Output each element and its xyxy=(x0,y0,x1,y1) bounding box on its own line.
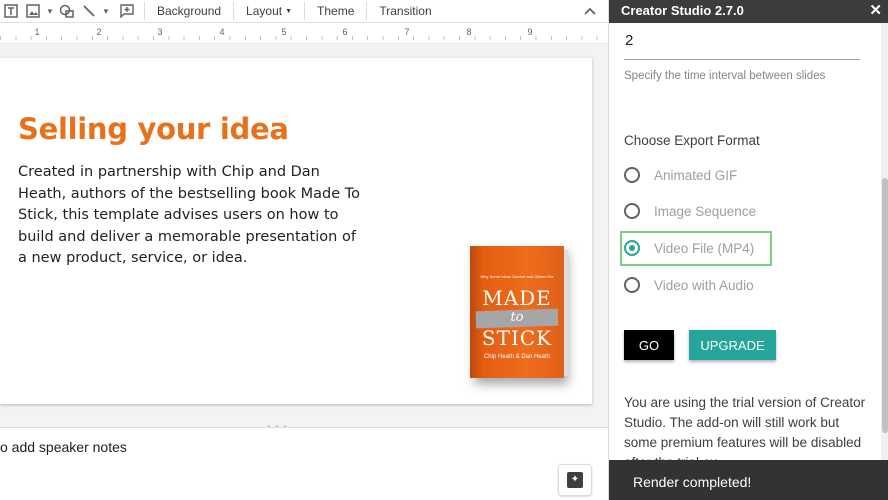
go-button[interactable]: GO xyxy=(624,330,674,360)
slides-toolbar: ▼ ▼ Background Layout ▼ Theme Transition xyxy=(0,0,608,23)
format-option-image-sequence[interactable]: Image Sequence xyxy=(624,203,756,219)
theme-label: Theme xyxy=(317,4,355,18)
book-title-to: to xyxy=(510,310,524,325)
panel-title: Creator Studio 2.7.0 xyxy=(621,3,744,18)
book-tagline: Why Some Ideas Survive and Others Die xyxy=(480,274,554,279)
speaker-notes-placeholder: o add speaker notes xyxy=(0,439,127,455)
background-label: Background xyxy=(157,4,222,18)
explore-button[interactable]: ✦ xyxy=(558,464,592,496)
line-icon[interactable] xyxy=(78,1,100,21)
toolbar-divider xyxy=(366,2,368,20)
layout-button[interactable]: Layout ▼ xyxy=(240,1,298,21)
panel-header: Creator Studio 2.7.0 ✕ xyxy=(609,0,888,23)
creator-studio-panel: Creator Studio 2.7.0 ✕ 2 Specify the tim… xyxy=(608,0,888,500)
explore-icon: ✦ xyxy=(567,472,583,488)
theme-button[interactable]: Theme xyxy=(311,1,360,21)
toolbar-divider xyxy=(144,2,145,20)
text-box-icon[interactable] xyxy=(0,1,22,21)
scrollbar-thumb[interactable] xyxy=(882,178,888,433)
speaker-notes-area[interactable]: o add speaker notes ✦ xyxy=(0,428,608,500)
ruler-number: 6 xyxy=(342,27,348,37)
book-title-made: MADE xyxy=(482,286,552,310)
format-label: Animated GIF xyxy=(654,167,738,183)
format-option-animated-gif[interactable]: Animated GIF xyxy=(624,167,737,183)
collapse-toolbar-icon[interactable] xyxy=(580,1,600,21)
chevron-down-icon[interactable]: ▼ xyxy=(44,1,56,21)
ruler-ticks xyxy=(0,36,608,40)
radio-button[interactable] xyxy=(624,203,640,219)
slide-body-text[interactable]: Created in partnership with Chip and Dan… xyxy=(18,162,363,270)
export-format-label: Choose Export Format xyxy=(624,133,760,148)
format-option-video-audio[interactable]: Video with Audio xyxy=(624,277,754,293)
toolbar-divider xyxy=(304,2,306,20)
background-button[interactable]: Background xyxy=(151,1,227,21)
book-title-stick: STICK xyxy=(481,326,553,350)
format-label: Video with Audio xyxy=(654,277,754,293)
interval-input[interactable]: 2 xyxy=(624,27,860,60)
layout-label: Layout xyxy=(246,4,283,18)
shape-icon[interactable] xyxy=(56,1,78,21)
horizontal-ruler: 1 2 3 4 5 6 7 8 9 xyxy=(0,23,608,44)
caret-down-icon: ▼ xyxy=(285,7,293,15)
comment-icon[interactable] xyxy=(116,1,138,21)
format-label: Video File (MP4) xyxy=(654,240,755,256)
slide-canvas[interactable]: Selling your idea Created in partnership… xyxy=(0,58,592,404)
toolbar-divider xyxy=(233,2,235,20)
chevron-down-icon[interactable]: ▼ xyxy=(100,1,112,21)
ruler-number: 5 xyxy=(281,27,287,37)
book-cover-image[interactable]: Why Some Ideas Survive and Others Die MA… xyxy=(470,246,568,378)
transition-button[interactable]: Transition xyxy=(373,1,437,21)
ruler-number: 7 xyxy=(404,27,410,37)
close-icon[interactable]: ✕ xyxy=(869,1,882,19)
radio-button-selected[interactable] xyxy=(624,240,640,256)
book-authors: Chip Heath & Dan Heath xyxy=(483,354,551,360)
format-label: Image Sequence xyxy=(654,203,757,219)
transition-label: Transition xyxy=(379,4,432,18)
ruler-number: 1 xyxy=(34,27,40,37)
format-option-video-file[interactable]: Video File (MP4) xyxy=(624,240,754,256)
toast-message: Render completed! xyxy=(633,474,752,490)
radio-button[interactable] xyxy=(624,167,640,183)
panel-scrollbar[interactable] xyxy=(881,23,888,500)
radio-button[interactable] xyxy=(624,277,640,293)
ruler-number: 3 xyxy=(157,27,163,37)
ruler-number: 9 xyxy=(527,27,533,37)
render-toast: Render completed! xyxy=(609,460,888,500)
interval-help-text: Specify the time interval between slides xyxy=(624,70,826,82)
image-icon[interactable] xyxy=(22,1,44,21)
ruler-number: 8 xyxy=(466,27,472,37)
ruler-number: 4 xyxy=(219,27,225,37)
ruler-number: 2 xyxy=(96,27,102,37)
slide-title[interactable]: Selling your idea xyxy=(18,112,289,146)
upgrade-button[interactable]: UPGRADE xyxy=(689,330,776,360)
